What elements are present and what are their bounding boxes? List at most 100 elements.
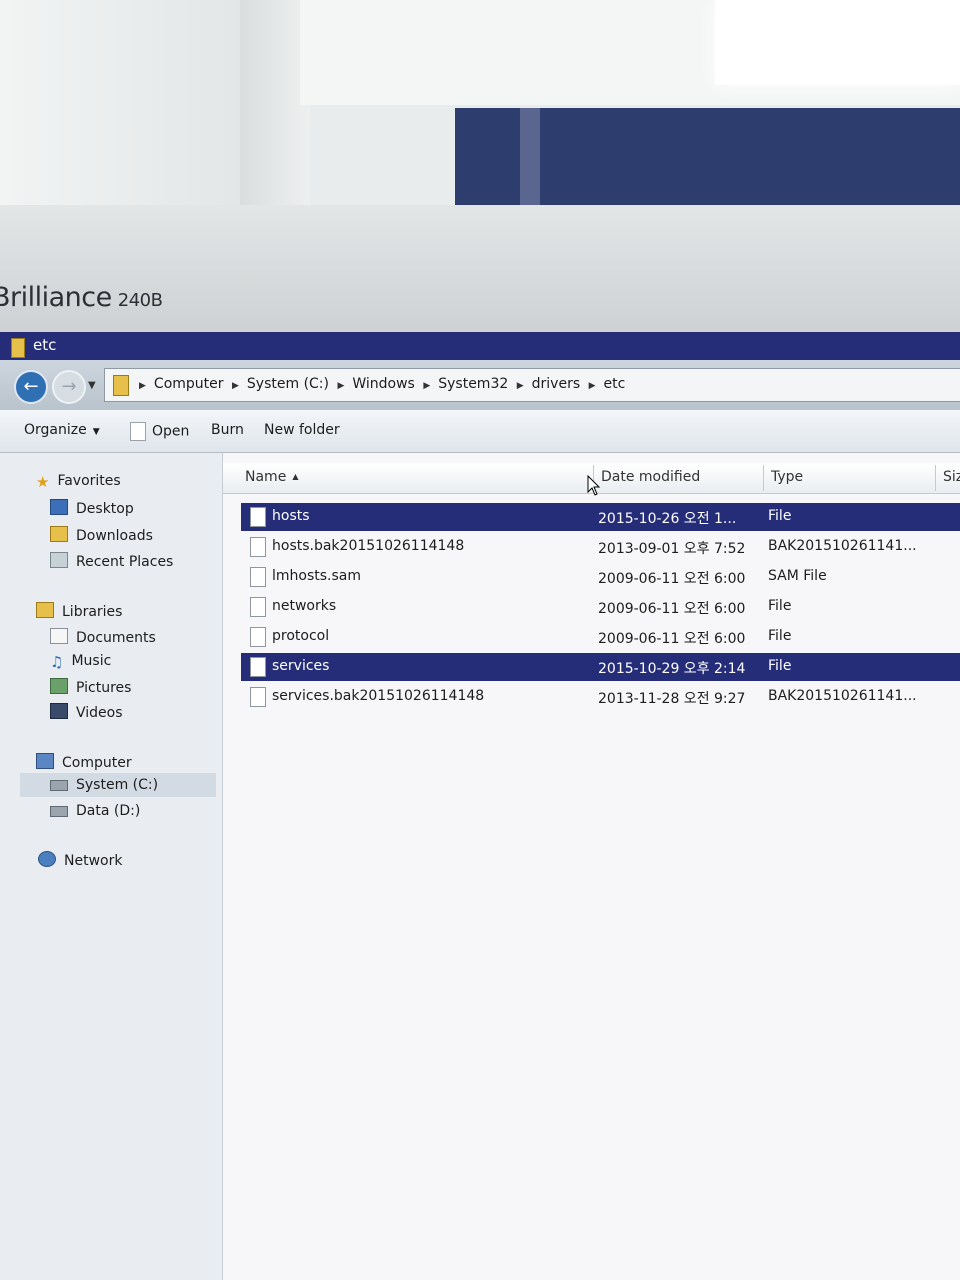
chevron-right-icon[interactable]: ▶: [337, 381, 344, 391]
nav-downloads[interactable]: Downloads: [50, 526, 153, 544]
file-row[interactable]: services.bak20151026114148 2013-11-28 오전…: [241, 683, 960, 711]
column-name[interactable]: Name ▲: [245, 469, 298, 485]
address-field[interactable]: ▶ Computer ▶ System (C:) ▶ Windows ▶ System3…: [104, 368, 960, 402]
file-name: services: [272, 658, 330, 674]
nav-computer[interactable]: Computer: [36, 753, 132, 771]
monitor-brand-name: Brilliance: [0, 282, 112, 313]
file-row[interactable]: hosts 2015-10-26 오전 1... File: [241, 503, 960, 531]
file-icon: [250, 657, 266, 677]
file-date: 2013-09-01 오후 7:52: [598, 541, 746, 557]
breadcrumb-etc[interactable]: etc: [604, 376, 626, 392]
documents-icon: [50, 628, 68, 644]
file-date: 2015-10-26 오전 1...: [598, 511, 737, 527]
chevron-right-icon[interactable]: ▶: [589, 381, 596, 391]
burn-button[interactable]: Burn: [211, 422, 244, 438]
file-name: hosts: [272, 508, 310, 524]
chevron-right-icon[interactable]: ▶: [423, 381, 430, 391]
nav-label: Downloads: [76, 528, 153, 544]
open-button[interactable]: Open: [130, 422, 189, 441]
file-icon: [250, 627, 266, 647]
pictures-icon: [50, 678, 68, 694]
back-button[interactable]: ←: [14, 370, 48, 404]
organize-button[interactable]: Organize ▼: [24, 422, 100, 438]
libraries-icon: [36, 602, 54, 618]
column-date-modified[interactable]: Date modified: [601, 469, 700, 485]
column-divider[interactable]: [935, 465, 936, 491]
nav-music[interactable]: ♫ Music: [50, 653, 111, 671]
forward-button[interactable]: →: [52, 370, 86, 404]
nav-label: Favorites: [57, 473, 121, 489]
nav-network[interactable]: Network: [38, 851, 122, 869]
file-type: File: [768, 658, 792, 674]
explorer-window: etc ← → ▼ ▶ Computer ▶ System (C:) ▶ Window…: [0, 332, 960, 1280]
new-folder-button[interactable]: New folder: [264, 422, 340, 438]
nav-videos[interactable]: Videos: [50, 703, 123, 721]
file-name: services.bak20151026114148: [272, 688, 485, 704]
breadcrumb: ▶ Computer ▶ System (C:) ▶ Windows ▶ System3…: [139, 376, 629, 392]
file-row[interactable]: networks 2009-06-11 오전 6:00 File: [241, 593, 960, 621]
nav-documents[interactable]: Documents: [50, 628, 156, 646]
desktop-icon: [50, 499, 68, 515]
drive-icon: [50, 780, 68, 791]
monitor-model: 240B: [117, 290, 163, 311]
breadcrumb-system-c[interactable]: System (C:): [247, 376, 329, 392]
chevron-right-icon[interactable]: ▶: [517, 381, 524, 391]
nav-system-c[interactable]: System (C:): [20, 773, 216, 797]
organize-label: Organize: [24, 422, 87, 438]
music-icon: ♫: [50, 653, 64, 671]
chevron-right-icon[interactable]: ▶: [139, 381, 146, 391]
file-list: Name ▲ Date modified Type Siz hosts 2015-…: [223, 453, 960, 1280]
recent-places-icon: [50, 552, 68, 568]
nav-label: System (C:): [76, 777, 159, 793]
file-date: 2009-06-11 오전 6:00: [598, 571, 746, 587]
back-arrow-icon: ←: [23, 376, 39, 397]
forward-arrow-icon: →: [61, 376, 77, 397]
file-row[interactable]: protocol 2009-06-11 오전 6:00 File: [241, 623, 960, 651]
nav-label: Libraries: [62, 604, 123, 620]
chevron-right-icon[interactable]: ▶: [232, 381, 239, 391]
window-title: etc: [33, 336, 57, 354]
folder-icon: [113, 375, 129, 396]
breadcrumb-drivers[interactable]: drivers: [532, 376, 580, 392]
star-icon: ★: [36, 473, 50, 491]
address-bar-area: ← → ▼ ▶ Computer ▶ System (C:) ▶ Windows ▶ S…: [0, 360, 960, 410]
monitor-bezel: [0, 205, 960, 340]
partition-gap: [520, 108, 540, 215]
nav-recent-places[interactable]: Recent Places: [50, 552, 173, 570]
computer-icon: [36, 753, 54, 769]
chevron-down-icon: ▼: [92, 427, 100, 437]
drive-icon: [50, 806, 68, 817]
breadcrumb-system32[interactable]: System32: [438, 376, 508, 392]
file-icon: [250, 687, 266, 707]
file-icon: [250, 537, 266, 557]
file-name: protocol: [272, 628, 330, 644]
file-row[interactable]: services 2015-10-29 오후 2:14 File: [241, 653, 960, 681]
file-row[interactable]: lmhosts.sam 2009-06-11 오전 6:00 SAM File: [241, 563, 960, 591]
nav-desktop[interactable]: Desktop: [50, 499, 134, 517]
title-bar[interactable]: etc: [0, 332, 960, 360]
column-type[interactable]: Type: [771, 469, 803, 485]
open-label: Open: [152, 423, 190, 440]
nav-favorites[interactable]: ★ Favorites: [36, 473, 121, 491]
file-type: BAK201510261141...: [768, 688, 917, 704]
column-size[interactable]: Siz: [943, 469, 960, 485]
file-date: 2009-06-11 오전 6:00: [598, 601, 746, 617]
file-icon: [250, 507, 266, 527]
videos-icon: [50, 703, 68, 719]
nav-label: Videos: [76, 705, 123, 721]
file-date: 2015-10-29 오후 2:14: [598, 661, 746, 677]
breadcrumb-computer[interactable]: Computer: [154, 376, 224, 392]
column-divider[interactable]: [763, 465, 764, 491]
mouse-cursor-icon: [587, 475, 601, 496]
file-type: SAM File: [768, 568, 827, 584]
nav-pictures[interactable]: Pictures: [50, 678, 131, 696]
nav-data-d[interactable]: Data (D:): [50, 803, 140, 819]
file-row[interactable]: hosts.bak20151026114148 2013-09-01 오후 7:…: [241, 533, 960, 561]
file-name: hosts.bak20151026114148: [272, 538, 465, 554]
recent-pages-button[interactable]: ▼: [88, 380, 96, 391]
file-icon: [130, 422, 146, 441]
nav-libraries[interactable]: Libraries: [36, 602, 122, 620]
file-type: File: [768, 628, 792, 644]
breadcrumb-windows[interactable]: Windows: [352, 376, 415, 392]
column-name-label: Name: [245, 469, 287, 485]
